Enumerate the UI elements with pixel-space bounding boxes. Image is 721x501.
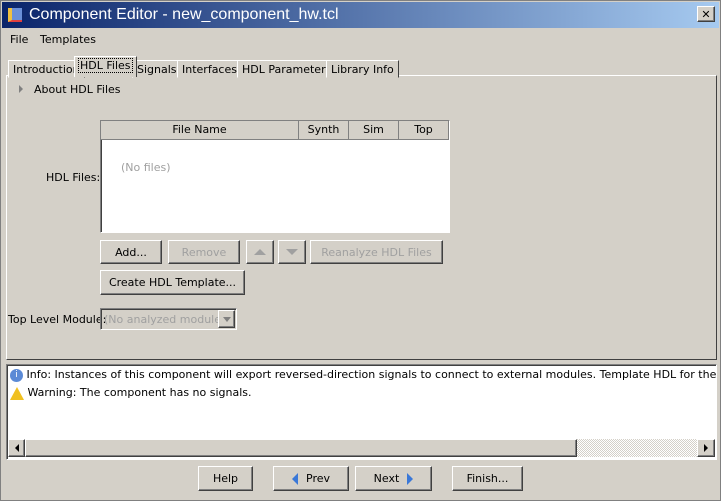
window-title: Component Editor - new_component_hw.tcl: [29, 6, 339, 23]
scroll-right-button[interactable]: [697, 439, 715, 457]
tab-interfaces[interactable]: Interfaces: [177, 60, 242, 78]
tab-library-info[interactable]: Library Info: [326, 60, 399, 78]
dropdown-button[interactable]: [218, 310, 235, 328]
close-button[interactable]: ✕: [697, 6, 715, 22]
remove-button[interactable]: Remove: [168, 240, 240, 264]
close-icon: ✕: [701, 7, 711, 21]
add-button[interactable]: Add...: [100, 240, 162, 264]
tab-signals[interactable]: Signals: [132, 60, 182, 78]
arrow-down-icon: [286, 249, 298, 255]
arrow-right-icon: [704, 444, 708, 452]
help-button[interactable]: Help: [198, 466, 253, 491]
column-synth[interactable]: Synth: [299, 121, 349, 140]
arrow-left-icon: [292, 472, 298, 485]
tab-hdl-files[interactable]: HDL Files: [74, 56, 137, 77]
warning-icon: [10, 386, 24, 400]
horizontal-scrollbar[interactable]: [8, 439, 715, 457]
tab-hdl-parameters[interactable]: HDL Parameters: [237, 60, 337, 78]
finish-button[interactable]: Finish...: [452, 466, 523, 491]
info-icon: i: [10, 368, 23, 382]
arrow-up-icon: [254, 249, 266, 255]
empty-files-text: (No files): [121, 161, 171, 174]
tab-label: HDL Files: [78, 58, 133, 73]
prev-label: Prev: [306, 472, 330, 485]
expand-triangle-icon[interactable]: [19, 85, 23, 93]
hdl-files-label: HDL Files:: [46, 171, 101, 184]
menu-file[interactable]: File: [10, 33, 28, 46]
app-icon: [8, 8, 22, 22]
message-warning: Warning: The component has no signals.: [10, 386, 252, 400]
arrow-left-icon: [14, 444, 19, 452]
top-level-module-label: Top Level Module:: [8, 313, 107, 326]
arrow-right-icon: [407, 472, 414, 485]
column-top[interactable]: Top: [399, 121, 449, 140]
move-down-button[interactable]: [278, 240, 306, 264]
message-text: Info: Instances of this component will e…: [26, 368, 717, 381]
chevron-down-icon: [222, 316, 231, 322]
top-level-module-value: (No analyzed modules): [104, 313, 232, 326]
menu-templates[interactable]: Templates: [40, 33, 96, 46]
message-text: Warning: The component has no signals.: [27, 386, 252, 399]
move-up-button[interactable]: [246, 240, 274, 264]
scrollbar-thumb[interactable]: [25, 439, 577, 457]
prev-button[interactable]: Prev: [273, 466, 349, 491]
top-level-module-select[interactable]: (No analyzed modules): [100, 308, 237, 330]
next-label: Next: [373, 472, 400, 485]
messages-panel: i Info: Instances of this component will…: [6, 364, 717, 460]
column-sim[interactable]: Sim: [349, 121, 399, 140]
title-bar: Component Editor - new_component_hw.tcl: [2, 2, 719, 28]
create-hdl-template-button[interactable]: Create HDL Template...: [100, 270, 245, 295]
column-file-name[interactable]: File Name: [101, 121, 299, 140]
message-info: i Info: Instances of this component will…: [10, 368, 717, 382]
reanalyze-button[interactable]: Reanalyze HDL Files: [310, 240, 443, 264]
about-hdl-files[interactable]: About HDL Files: [34, 83, 121, 96]
scroll-left-button[interactable]: [8, 439, 25, 457]
next-button[interactable]: Next: [355, 466, 432, 491]
